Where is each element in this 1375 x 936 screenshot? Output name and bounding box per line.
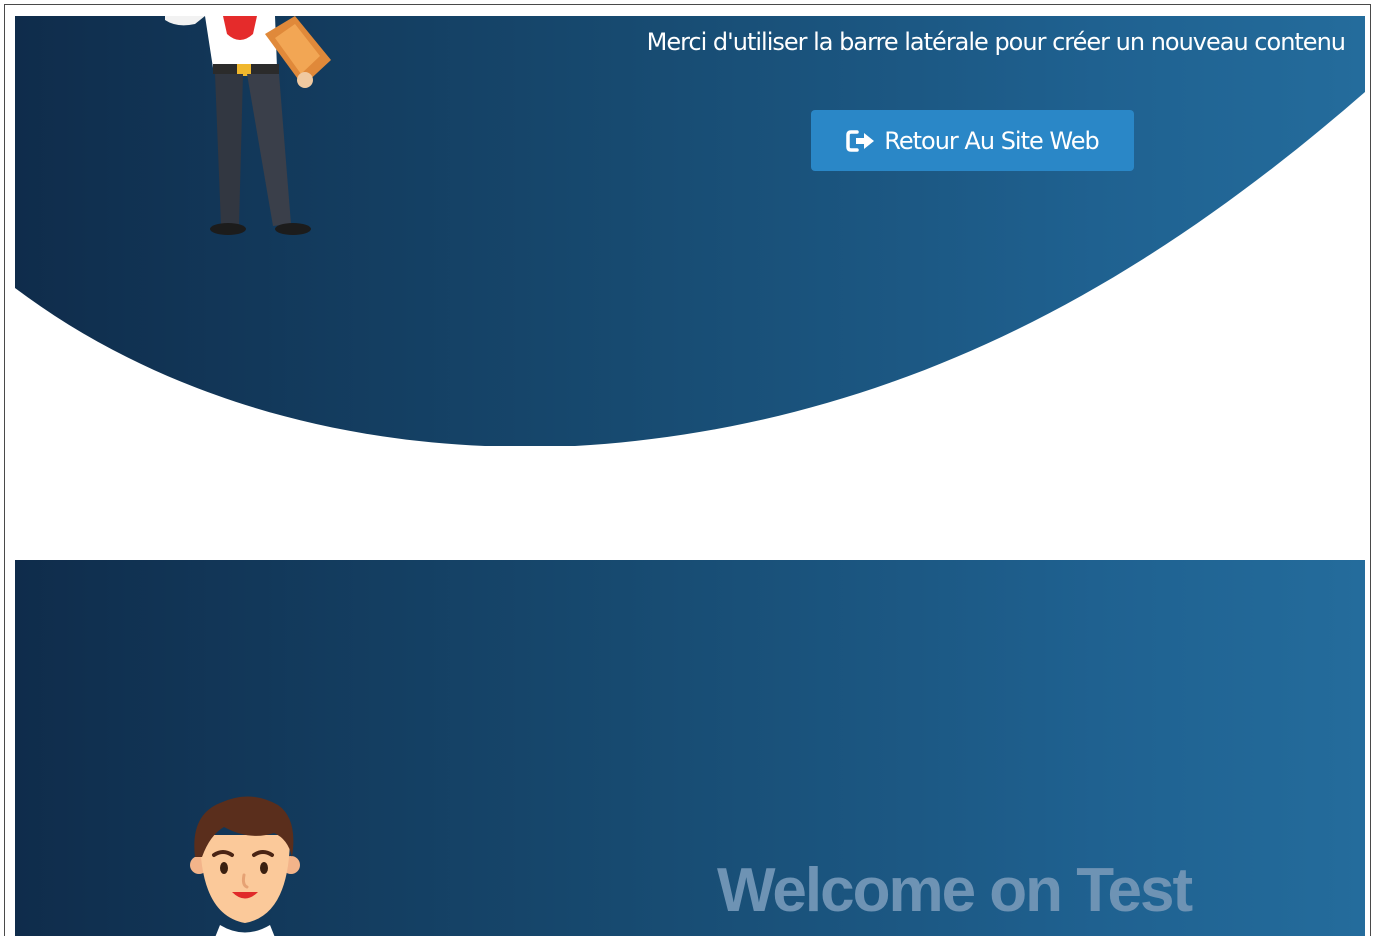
return-to-website-button[interactable]: Retour Au Site Web (811, 110, 1134, 171)
welcome-panel: Welcome on Test (15, 560, 1365, 936)
hero-panel: Merci d'utiliser la barre latérale pour … (15, 16, 1365, 446)
return-button-label: Retour Au Site Web (884, 126, 1099, 155)
sign-out-icon (846, 129, 876, 153)
hero-message: Merci d'utiliser la barre latérale pour … (646, 28, 1346, 56)
young-man-illustration (190, 796, 300, 936)
welcome-title: Welcome on Test (717, 856, 1193, 925)
businessman-illustration (165, 16, 331, 235)
page-frame: Merci d'utiliser la barre latérale pour … (4, 4, 1371, 936)
